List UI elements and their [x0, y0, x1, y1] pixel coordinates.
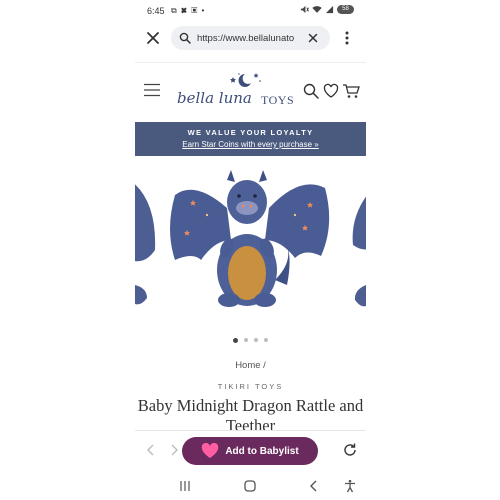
search-icon — [179, 32, 191, 44]
site-logo[interactable]: bella luna TOYS — [177, 71, 302, 115]
phone-screen: 6:45 ⧉ ✖ ▣ • 58 https://www.bellalunato — [135, 0, 366, 500]
recents-icon[interactable] — [178, 479, 192, 493]
banner-title: WE VALUE YOUR LOYALTY — [187, 128, 314, 137]
back-icon[interactable] — [307, 479, 321, 493]
status-time: 6:45 — [147, 6, 165, 16]
add-to-babylist-button[interactable]: Add to Babylist — [182, 437, 318, 465]
add-to-babylist-label: Add to Babylist — [225, 445, 299, 457]
wifi-icon — [312, 6, 322, 13]
cart-icon[interactable] — [342, 83, 360, 99]
site-header: bella luna TOYS — [135, 62, 366, 118]
url-text[interactable]: https://www.bellalunato — [197, 33, 301, 44]
browser-address-bar: https://www.bellalunato — [135, 24, 366, 52]
more-vert-icon[interactable] — [340, 30, 354, 46]
moon-stars-icon — [230, 73, 261, 87]
carousel-dot[interactable] — [244, 338, 248, 342]
mute-icon — [300, 5, 309, 14]
bottom-toolbar: Add to Babylist — [135, 430, 366, 470]
status-right: 58 — [300, 5, 354, 14]
heart-icon — [202, 443, 219, 458]
breadcrumb[interactable]: Home / — [135, 360, 366, 371]
carousel-dot[interactable] — [264, 338, 268, 342]
carousel-dots — [135, 337, 366, 343]
status-bar: 6:45 ⧉ ✖ ▣ • 58 — [135, 0, 366, 22]
close-icon[interactable] — [144, 29, 162, 47]
battery-indicator: 58 — [337, 5, 354, 14]
notification-icons: ⧉ ✖ ▣ • — [171, 6, 206, 15]
back-arrow-icon[interactable] — [145, 443, 157, 457]
accessibility-icon[interactable] — [343, 479, 357, 493]
heart-icon[interactable] — [323, 83, 339, 99]
banner-link[interactable]: Earn Star Coins with every purchase » — [135, 140, 366, 149]
hamburger-icon[interactable] — [143, 83, 161, 97]
search-icon[interactable] — [303, 83, 319, 99]
loyalty-banner: WE VALUE YOUR LOYALTY Earn Star Coins wi… — [135, 122, 366, 156]
signal-icon — [325, 5, 334, 14]
product-vendor[interactable]: TIKIRI TOYS — [135, 382, 366, 391]
product-title: Baby Midnight Dragon Rattle and Teether — [137, 396, 364, 432]
url-field[interactable]: https://www.bellalunato — [171, 26, 330, 50]
refresh-icon[interactable] — [342, 442, 358, 458]
product-image-carousel[interactable] — [135, 160, 366, 330]
forward-arrow-icon[interactable] — [168, 443, 180, 457]
logo-toys-text: TOYS — [261, 93, 295, 107]
logo-script-text: bella luna — [177, 89, 252, 107]
carousel-dot[interactable] — [254, 338, 258, 342]
android-nav-bar — [135, 472, 366, 500]
carousel-dot[interactable] — [233, 337, 238, 343]
home-icon[interactable] — [243, 479, 257, 493]
clear-icon[interactable] — [307, 32, 319, 44]
dragon-plush-image — [135, 170, 366, 307]
